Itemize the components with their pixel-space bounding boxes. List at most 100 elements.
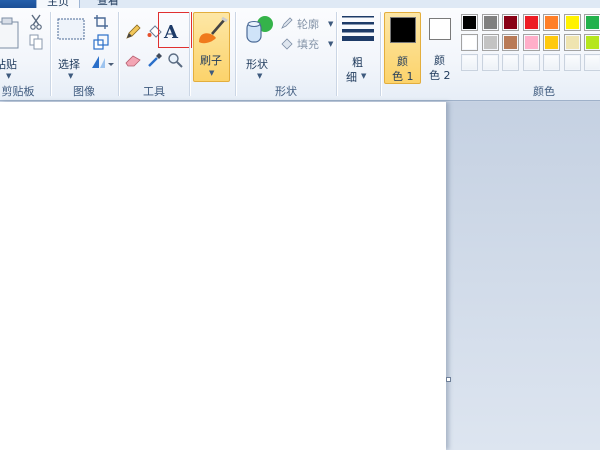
color2-label-line1: 颜 bbox=[434, 54, 445, 67]
color-swatch[interactable] bbox=[584, 34, 600, 51]
brush-label: 刷子 bbox=[200, 54, 222, 67]
color-swatch[interactable] bbox=[563, 54, 581, 71]
color-swatch[interactable] bbox=[481, 14, 499, 31]
color-swatch[interactable] bbox=[461, 54, 478, 71]
crop-icon bbox=[94, 15, 108, 29]
color-swatch[interactable] bbox=[522, 54, 540, 71]
select-rectangle-icon bbox=[57, 18, 85, 40]
paste-icon bbox=[0, 17, 19, 49]
color-picker-button[interactable] bbox=[145, 50, 165, 70]
tab-home[interactable]: 主页 bbox=[36, 0, 80, 8]
color-swatch-fill bbox=[586, 16, 599, 29]
color-swatch[interactable] bbox=[584, 14, 600, 31]
shapes-group-label: 形状 bbox=[275, 85, 297, 98]
image-group-label: 图像 bbox=[73, 85, 95, 98]
color-swatch-fill bbox=[504, 36, 517, 49]
cut-button[interactable] bbox=[26, 12, 46, 32]
resize-button[interactable] bbox=[91, 32, 111, 52]
magnifier-icon bbox=[168, 53, 183, 68]
text-tool-highlight-frame bbox=[158, 12, 192, 48]
select-button[interactable]: 选择 ▼ bbox=[55, 14, 87, 80]
color-swatch-fill bbox=[586, 36, 599, 49]
color-swatch[interactable] bbox=[461, 14, 478, 31]
scissors-icon bbox=[30, 14, 42, 30]
fill-shape-button[interactable]: 填充 ▼ bbox=[280, 36, 334, 52]
color-picker-icon bbox=[148, 53, 162, 67]
color-swatch-fill bbox=[586, 56, 599, 69]
rotate-button[interactable] bbox=[89, 52, 115, 72]
file-menu-tab[interactable] bbox=[0, 0, 36, 8]
eraser-button[interactable] bbox=[123, 50, 143, 70]
color1-button[interactable]: 颜 色 1 bbox=[384, 12, 421, 84]
color-swatch-fill bbox=[565, 36, 579, 49]
color-swatch-fill bbox=[545, 36, 558, 49]
pencil-button[interactable] bbox=[123, 22, 143, 42]
color-swatch-fill bbox=[545, 16, 558, 29]
outline-label: 轮廓 bbox=[297, 18, 319, 31]
pencil-icon bbox=[126, 24, 141, 39]
canvas-workspace bbox=[0, 102, 600, 450]
color-swatch-fill bbox=[504, 16, 517, 29]
color-swatch[interactable] bbox=[543, 34, 560, 51]
brush-dropdown-icon: ▼ bbox=[209, 69, 215, 77]
tools-group: A 工具 bbox=[119, 8, 192, 101]
color-swatch[interactable] bbox=[584, 54, 600, 71]
color2-button[interactable]: 颜 色 2 bbox=[424, 12, 458, 84]
crop-button[interactable] bbox=[91, 12, 111, 32]
canvas-resize-handle[interactable] bbox=[446, 377, 451, 382]
shapes-icon bbox=[246, 16, 273, 43]
color2-label-line2: 色 2 bbox=[429, 69, 451, 82]
color-swatch-fill bbox=[463, 56, 476, 69]
color-swatch-fill bbox=[524, 16, 538, 29]
color-swatch-fill bbox=[463, 36, 476, 49]
fill-shape-dropdown-icon: ▼ bbox=[328, 40, 334, 48]
color1-label-line2: 色 1 bbox=[392, 70, 414, 83]
clipboard-group-label: 剪贴板 bbox=[1, 85, 35, 98]
color-swatch-fill bbox=[504, 56, 517, 69]
outline-button[interactable]: 轮廓 ▼ bbox=[280, 16, 334, 32]
color-swatch-fill bbox=[483, 16, 497, 29]
rotate-icon bbox=[92, 56, 114, 68]
group-separator bbox=[380, 12, 381, 96]
color-swatch[interactable] bbox=[481, 34, 499, 51]
color-swatch[interactable] bbox=[502, 34, 519, 51]
colors-group: 颜色 bbox=[458, 8, 600, 101]
size-label-line1: 粗 bbox=[352, 56, 363, 69]
color-swatch[interactable] bbox=[543, 54, 560, 71]
paste-label: 粘贴 bbox=[0, 58, 17, 71]
color-swatch-fill bbox=[565, 56, 579, 69]
shape-dropdown-icon: ▼ bbox=[257, 72, 263, 80]
color-swatch-fill bbox=[524, 36, 538, 49]
group-separator bbox=[336, 12, 337, 96]
tab-view[interactable]: 查看 bbox=[86, 0, 130, 8]
color-swatch[interactable] bbox=[563, 34, 581, 51]
color2-swatch bbox=[429, 18, 451, 40]
color-swatch[interactable] bbox=[461, 34, 478, 51]
color-swatch[interactable] bbox=[563, 14, 581, 31]
color-swatch[interactable] bbox=[481, 54, 499, 71]
brush-button[interactable]: 刷子 ▼ bbox=[193, 12, 230, 82]
paste-dropdown-icon: ▼ bbox=[6, 72, 12, 80]
color-swatch-fill bbox=[463, 16, 476, 29]
clipboard-group: 粘贴 ▼ 剪贴板 bbox=[0, 8, 50, 101]
ribbon-tab-strip: 主页 查看 bbox=[0, 0, 600, 8]
size-button[interactable]: 粗 细 ▼ bbox=[340, 14, 376, 84]
outline-dropdown-icon: ▼ bbox=[328, 20, 334, 28]
brush-icon bbox=[199, 16, 228, 44]
color-swatch[interactable] bbox=[522, 34, 540, 51]
copy-button[interactable] bbox=[26, 32, 46, 52]
size-label-line2: 细 bbox=[346, 71, 357, 84]
paste-button[interactable]: 粘贴 ▼ bbox=[0, 14, 24, 80]
shape-button[interactable]: 形状 ▼ bbox=[240, 14, 276, 80]
color1-swatch bbox=[390, 17, 416, 43]
select-dropdown-icon: ▼ bbox=[68, 72, 74, 80]
select-label: 选择 bbox=[58, 58, 80, 71]
color-swatch[interactable] bbox=[502, 54, 519, 71]
color-swatch[interactable] bbox=[543, 14, 560, 31]
fill-shape-icon bbox=[281, 38, 293, 50]
color-swatch[interactable] bbox=[522, 14, 540, 31]
color-swatch-fill bbox=[483, 56, 497, 69]
drawing-canvas[interactable] bbox=[0, 102, 446, 450]
color-swatch[interactable] bbox=[502, 14, 519, 31]
magnifier-button[interactable] bbox=[165, 50, 185, 70]
